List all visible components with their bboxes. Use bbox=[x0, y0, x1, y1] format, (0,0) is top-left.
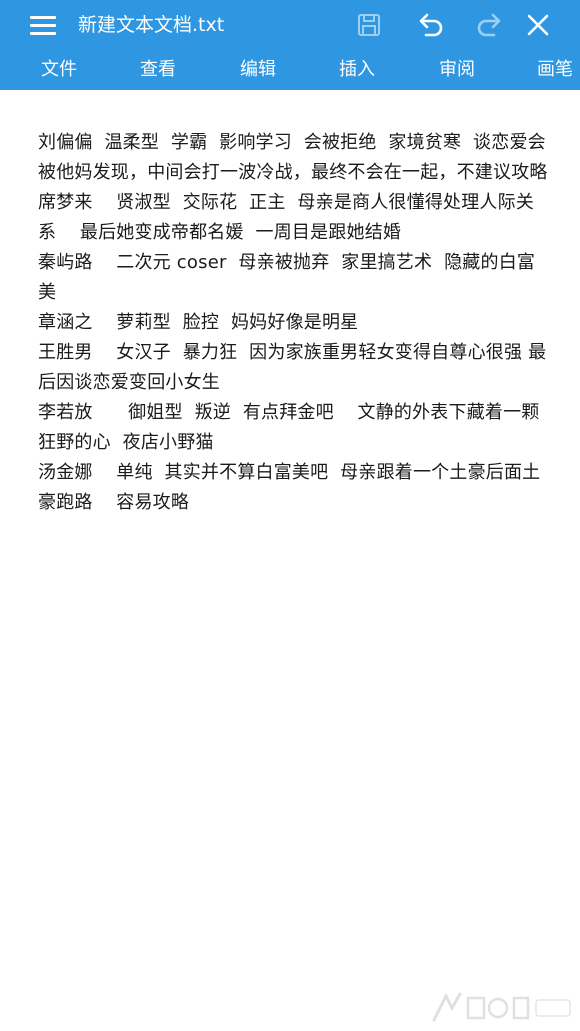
menu-line bbox=[30, 16, 56, 19]
undo-icon[interactable] bbox=[413, 8, 447, 42]
tab-pen[interactable]: 画笔 bbox=[537, 58, 573, 82]
document-text[interactable]: 刘偏偏 温柔型 学霸 影响学习 会被拒绝 家境贫寒 谈恋爱会被他妈发现，中间会打… bbox=[38, 128, 550, 518]
close-icon-graphic bbox=[527, 14, 549, 36]
text-editor-app: 新建文本文档.txt 文件 查看 编辑 插入 审阅 画笔 刘偏偏 温柔型 学霸 … bbox=[0, 0, 580, 1031]
top-toolbar: 新建文本文档.txt 文件 查看 编辑 插入 审阅 画笔 bbox=[0, 0, 580, 90]
document-title: 新建文本文档.txt bbox=[78, 14, 225, 36]
hamburger-menu-icon[interactable] bbox=[26, 11, 60, 39]
save-disk-icon[interactable] bbox=[352, 8, 386, 42]
watermark-logo-graphic bbox=[432, 992, 571, 1022]
undo-icon-graphic bbox=[419, 13, 443, 37]
tab-edit[interactable]: 编辑 bbox=[240, 58, 276, 82]
close-icon[interactable] bbox=[521, 8, 555, 42]
tab-review[interactable]: 审阅 bbox=[439, 58, 475, 82]
menu-line bbox=[30, 24, 56, 27]
tab-insert[interactable]: 插入 bbox=[339, 58, 375, 82]
title-bar: 新建文本文档.txt bbox=[0, 0, 580, 50]
tab-view[interactable]: 查看 bbox=[140, 58, 176, 82]
redo-icon-graphic bbox=[477, 13, 501, 37]
editor-area[interactable]: 刘偏偏 温柔型 学霸 影响学习 会被拒绝 家境贫寒 谈恋爱会被他妈发现，中间会打… bbox=[0, 90, 580, 1031]
save-disk-icon-graphic bbox=[358, 14, 380, 36]
watermark-logo bbox=[428, 990, 578, 1026]
redo-icon[interactable] bbox=[473, 8, 507, 42]
menu-line bbox=[30, 32, 56, 35]
ribbon-tabs: 文件 查看 编辑 插入 审阅 画笔 bbox=[0, 52, 580, 90]
tab-file[interactable]: 文件 bbox=[41, 58, 77, 82]
